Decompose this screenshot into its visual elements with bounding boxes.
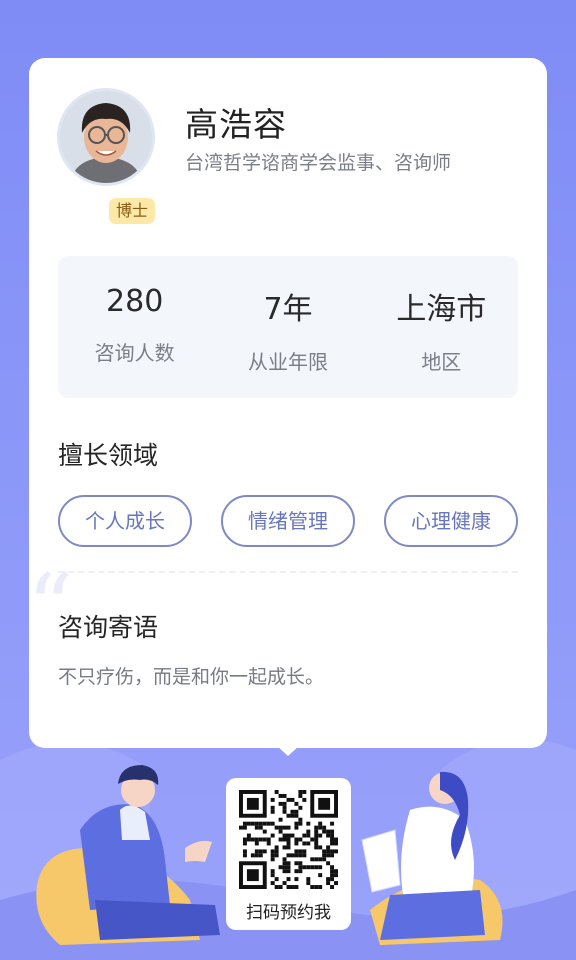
stat-label: 从业年限 xyxy=(247,350,328,374)
stat-value: 280 xyxy=(106,284,164,319)
stat-value: 7年 xyxy=(263,292,313,327)
expertise-heading: 擅长领域 xyxy=(58,441,159,470)
qr-code-box[interactable]: 扫码预约我 xyxy=(226,778,351,930)
qr-code-icon[interactable] xyxy=(239,790,338,889)
avatar xyxy=(57,88,155,186)
consultant-title: 台湾哲学谘商学会监事、咨询师 xyxy=(185,152,452,174)
avatar-container: 博士 xyxy=(57,88,155,224)
stat-label: 地区 xyxy=(421,350,462,374)
consultant-name: 高浩容 xyxy=(185,105,287,144)
degree-badge: 博士 xyxy=(109,198,155,224)
stat-label: 咨询人数 xyxy=(94,341,175,365)
stats-panel: 280 咨询人数 7年 从业年限 上海市 地区 xyxy=(58,256,518,398)
motto-text: 不只疗伤，而是和你一起成长。 xyxy=(58,666,325,688)
consultant-profile-card: 博士 高浩容 台湾哲学谘商学会监事、咨询师 280 咨询人数 7年 从业年限 上… xyxy=(27,58,547,748)
stat-consultations: 280 咨询人数 xyxy=(58,256,211,398)
qr-label: 扫码预约我 xyxy=(246,903,331,923)
tag-mental-health[interactable]: 心理健康 xyxy=(384,495,518,547)
tag-personal-growth[interactable]: 个人成长 xyxy=(58,495,192,547)
avatar-image xyxy=(60,91,152,183)
divider xyxy=(58,571,518,573)
stat-experience: 7年 从业年限 xyxy=(211,256,364,398)
stat-region: 上海市 地区 xyxy=(365,256,518,398)
expertise-tags: 个人成长 情绪管理 心理健康 xyxy=(58,495,518,547)
motto-heading: 咨询寄语 xyxy=(58,613,159,642)
stat-value: 上海市 xyxy=(396,292,487,327)
card-pointer xyxy=(277,746,299,756)
tag-emotion-management[interactable]: 情绪管理 xyxy=(221,495,355,547)
